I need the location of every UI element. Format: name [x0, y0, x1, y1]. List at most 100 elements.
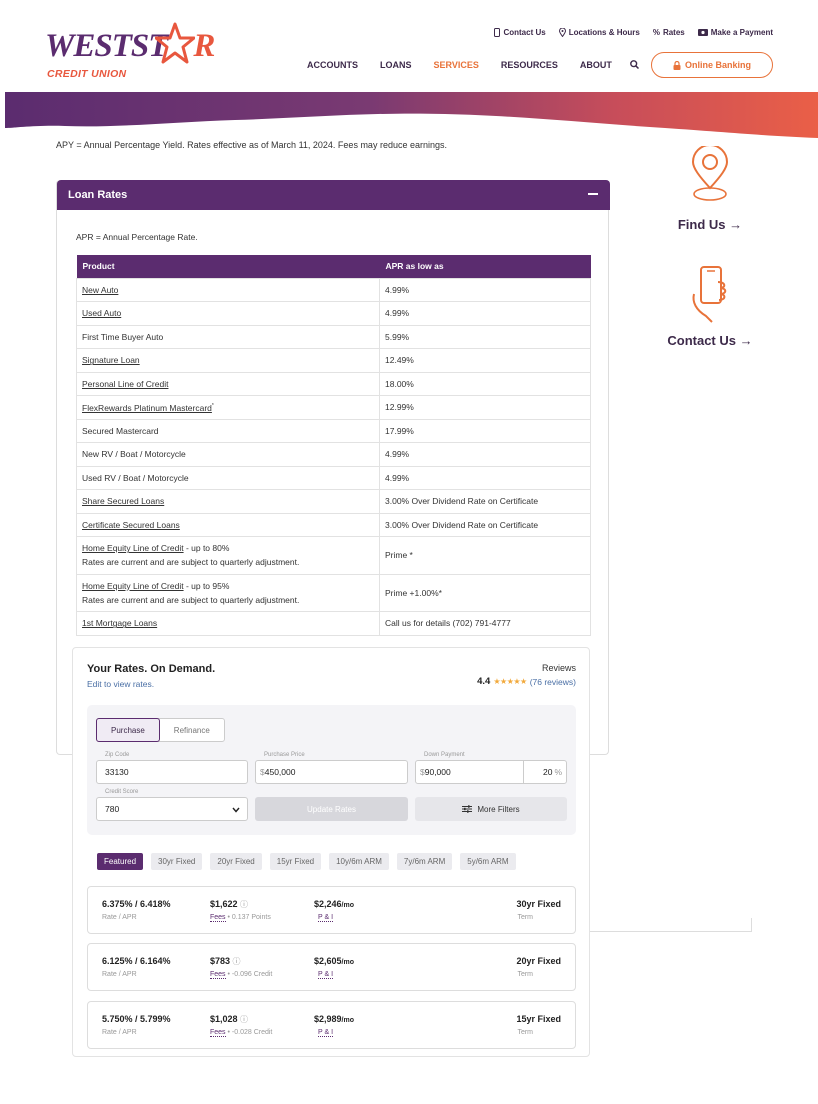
product-cell: Home Equity Line of Credit - up to 95% Ra… — [76, 573, 380, 612]
payment-amount: $2,989 — [314, 1014, 342, 1024]
credit-score-value: 780 — [105, 804, 120, 814]
phone-hand-icon — [692, 266, 727, 323]
tab-10y6m-arm[interactable]: 10y/6m ARM — [329, 853, 389, 870]
util-payment-label: Make a Payment — [710, 28, 773, 37]
apr-note: APR = Annual Percentage Rate. — [76, 232, 198, 242]
principal-interest-link[interactable]: P & I — [318, 1029, 334, 1037]
rating-value: 4.4 — [477, 676, 491, 687]
tab-20yr-fixed[interactable]: 20yr Fixed — [210, 853, 262, 870]
payment-label: P & I — [318, 1029, 334, 1037]
product-link[interactable]: 1st Mortgage Loans — [82, 618, 157, 628]
down-payment-field[interactable]: Down Payment $90,000 — [415, 752, 524, 784]
rate-offer-card[interactable]: 6.125% / 6.164% Rate / APR $783 ⓘ Fees • -0… — [87, 943, 576, 991]
rate-apr-value: 6.125% / 6.164% — [102, 956, 171, 966]
info-icon[interactable]: ⓘ — [240, 1015, 248, 1024]
purchase-toggle[interactable]: Purchase — [96, 718, 160, 742]
info-icon[interactable]: ⓘ — [233, 957, 241, 966]
product-link[interactable]: FlexRewards Platinum Mastercard — [82, 403, 212, 413]
product-cell: Certificate Secured Loans — [76, 512, 380, 537]
product-link[interactable]: Signature Loan — [82, 355, 140, 365]
nav-services[interactable]: SERVICES — [434, 60, 479, 71]
product-note: Rates are current and are subject to qua… — [82, 594, 300, 605]
rate-offer-card[interactable]: 6.375% / 6.418% Rate / APR $1,622 ⓘ Fees • … — [87, 886, 576, 934]
product-link[interactable]: Home Equity Line of Credit — [82, 543, 184, 553]
westar-logo[interactable]: WESTST R CREDIT UNION — [45, 22, 220, 86]
nav-loans[interactable]: LOANS — [380, 60, 412, 71]
zip-code-field[interactable]: Zip Code 33130 — [96, 752, 248, 784]
rates-widget: Your Rates. On Demand. Edit to view rate… — [72, 647, 590, 1057]
fees-value: $1,622 ⓘ — [210, 899, 248, 910]
product-link[interactable]: Personal Line of Credit — [82, 379, 168, 389]
find-us-widget[interactable]: Find Us → — [650, 144, 770, 232]
term-value: 30yr Fixed — [516, 899, 561, 909]
product-cell: New Auto — [76, 277, 380, 302]
product-link[interactable]: Used Auto — [82, 308, 121, 318]
util-rates-link[interactable]: % Rates — [653, 28, 685, 37]
more-filters-button[interactable]: More Filters — [415, 797, 567, 821]
update-rates-button[interactable]: Update Rates — [255, 797, 408, 821]
loan-rates-header[interactable]: Loan Rates — [57, 180, 610, 210]
table-row: Used Auto 4.99% — [76, 301, 591, 326]
product-link[interactable]: Share Secured Loans — [82, 496, 164, 506]
credit-score-select[interactable]: Credit Score 780 — [96, 789, 248, 821]
apr-cell: 17.99% — [379, 418, 591, 443]
util-locations-link[interactable]: Locations & Hours — [558, 28, 640, 37]
contact-us-widget[interactable]: Contact Us → — [650, 264, 770, 348]
search-icon[interactable] — [629, 60, 639, 71]
util-contact-label: Contact Us — [503, 28, 546, 37]
fees-value: $1,028 ⓘ — [210, 1014, 248, 1025]
principal-interest-link[interactable]: P & I — [318, 914, 334, 922]
product-link[interactable]: New Auto — [82, 285, 118, 295]
percent-icon: % — [652, 28, 660, 37]
tab-15yr-fixed[interactable]: 15yr Fixed — [269, 853, 322, 870]
product-cell: FlexRewards Platinum Mastercard* — [76, 395, 380, 420]
product-cell: Personal Line of Credit — [76, 371, 380, 396]
nav-resources[interactable]: RESOURCES — [501, 60, 558, 71]
product-cell: Used Auto — [76, 301, 380, 326]
collapse-icon[interactable] — [588, 193, 598, 195]
apr-cell: 12.49% — [379, 348, 591, 373]
fees-link[interactable]: Fees — [210, 971, 226, 979]
util-locations-label: Locations & Hours — [568, 28, 640, 37]
down-payment-percent-field[interactable]: 20% — [523, 760, 567, 784]
fees-link[interactable]: Fees — [210, 914, 226, 922]
online-banking-label: Online Banking — [684, 60, 751, 70]
online-banking-button[interactable]: Online Banking — [651, 52, 773, 78]
term-label: Term — [517, 1029, 533, 1036]
nav-accounts[interactable]: ACCOUNTS — [307, 60, 358, 71]
loan-rates-title: Loan Rates — [68, 189, 128, 201]
tab-7y6m-arm[interactable]: 7y/6m ARM — [396, 853, 453, 870]
tab-30yr-fixed[interactable]: 30yr Fixed — [151, 853, 203, 870]
product-suffix: - up to 95% — [183, 580, 230, 591]
product-link[interactable]: Home Equity Line of Credit — [82, 581, 184, 591]
apy-note: APY = Annual Percentage Yield. Rates eff… — [56, 140, 447, 150]
refinance-toggle[interactable]: Refinance — [160, 719, 224, 741]
util-contact-link[interactable]: Contact Us — [494, 28, 546, 37]
lock-icon — [673, 60, 681, 70]
footnote-marker: * — [211, 403, 214, 410]
term-tabs: Featured 30yr Fixed 20yr Fixed 15yr Fixe… — [97, 853, 516, 870]
apr-cell: 3.00% Over Dividend Rate on Certificate — [379, 489, 591, 514]
reviews-count-link[interactable]: (76 reviews) — [530, 677, 576, 687]
table-row: Share Secured Loans 3.00% Over Dividend R… — [76, 489, 591, 514]
rate-offer-card[interactable]: 5.750% / 5.799% Rate / APR $1,028 ⓘ Fees • … — [87, 1001, 576, 1049]
utility-nav: Contact Us Locations & Hours % Rates Mak… — [494, 28, 773, 37]
fees-link[interactable]: Fees — [210, 1029, 226, 1037]
phone-icon — [494, 28, 501, 37]
principal-interest-link[interactable]: P & I — [318, 971, 334, 979]
info-icon[interactable]: ⓘ — [240, 900, 248, 909]
apr-cell: 12.99% — [379, 395, 591, 420]
product-cell: Share Secured Loans — [76, 489, 380, 514]
util-payment-link[interactable]: Make a Payment — [697, 28, 773, 37]
tab-featured[interactable]: Featured — [97, 853, 144, 870]
percent-suffix: % — [554, 767, 562, 777]
sliders-icon — [462, 805, 473, 813]
table-row: Home Equity Line of Credit - up to 95% Ra… — [76, 573, 591, 612]
nav-about[interactable]: ABOUT — [580, 60, 612, 71]
contact-us-label: Contact Us — [667, 333, 736, 348]
purchase-price-field[interactable]: Purchase Price $450,000 — [255, 752, 408, 784]
product-link[interactable]: Certificate Secured Loans — [82, 520, 180, 530]
edit-rates-link[interactable]: Edit to view rates. — [87, 679, 154, 689]
tab-5y6m-arm[interactable]: 5y/6m ARM — [460, 853, 516, 870]
star-rating-icon: ★★★★★ — [493, 677, 527, 686]
